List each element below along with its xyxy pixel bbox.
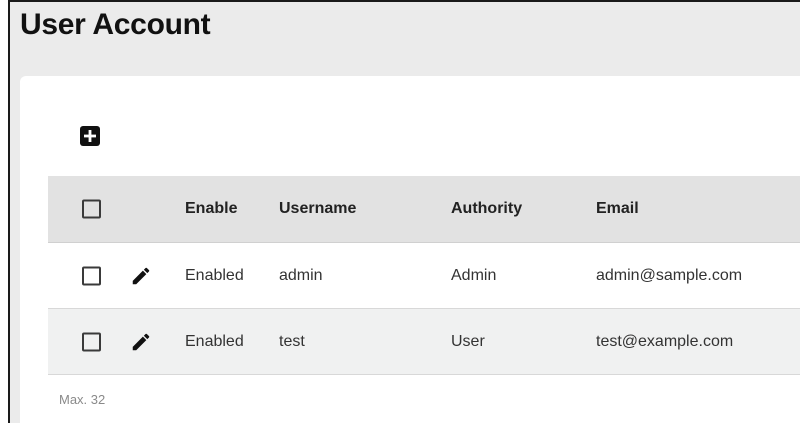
authority-cell: Admin (451, 266, 497, 284)
column-header-username[interactable]: Username (279, 200, 356, 218)
pencil-icon (130, 265, 152, 287)
plus-square-icon (79, 125, 101, 147)
enable-status: Enabled (185, 266, 244, 284)
pencil-icon (130, 331, 152, 353)
enable-status: Enabled (185, 332, 244, 350)
page-title: User Account (20, 8, 211, 41)
column-header-email[interactable]: Email (596, 200, 639, 218)
select-all-checkbox[interactable] (82, 199, 101, 219)
email-cell: test@example.com (596, 332, 734, 350)
column-header-enable[interactable]: Enable (185, 200, 237, 218)
user-table: Enable Username Authority Email Enabled (48, 176, 800, 375)
add-user-button[interactable] (79, 125, 101, 147)
max-users-note: Max. 32 (59, 392, 106, 407)
authority-cell: User (451, 332, 485, 350)
username-cell: admin (279, 266, 323, 284)
edit-button[interactable] (130, 331, 152, 353)
edit-button[interactable] (130, 265, 152, 287)
app-frame: User Account Enable Username Authority E… (8, 0, 800, 436)
user-account-card: Enable Username Authority Email Enabled (20, 76, 800, 436)
row-checkbox[interactable] (82, 266, 101, 285)
table-row: Enabled test User test@example.com (48, 309, 800, 375)
column-header-authority[interactable]: Authority (451, 200, 522, 218)
table-header-row: Enable Username Authority Email (48, 176, 800, 243)
username-cell: test (279, 332, 305, 350)
email-cell: admin@sample.com (596, 266, 743, 284)
row-checkbox[interactable] (82, 332, 101, 351)
table-row: Enabled admin Admin admin@sample.com (48, 243, 800, 309)
